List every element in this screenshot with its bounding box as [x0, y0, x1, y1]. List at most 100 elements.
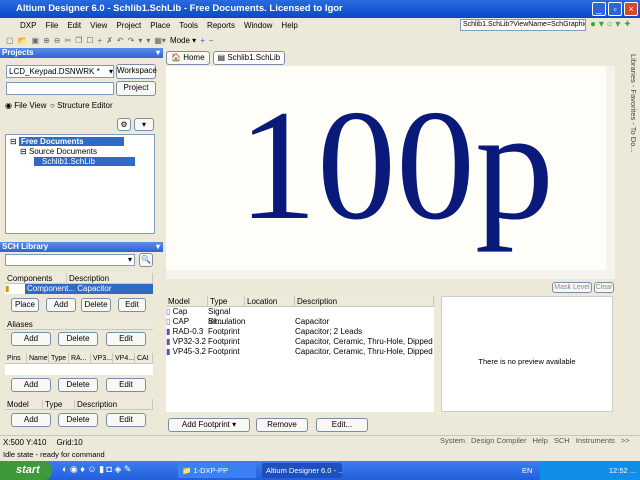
- clear-button[interactable]: Clear: [594, 282, 614, 293]
- edit-alias-button[interactable]: Edit: [106, 332, 146, 346]
- add-component-button[interactable]: Add: [46, 298, 76, 312]
- column-header[interactable]: Components: [5, 273, 67, 283]
- workspace-select[interactable]: LCD_Keypad.DSNWRK * ▾: [6, 65, 114, 78]
- column-header[interactable]: Type: [43, 399, 75, 409]
- task-folder[interactable]: 📁 1-DXP-PP: [178, 463, 256, 478]
- column-header[interactable]: Type: [208, 296, 245, 306]
- add-footprint-button[interactable]: Add Footprint ▾: [168, 418, 250, 432]
- tab-schlib[interactable]: ▤ Schlib1.SchLib: [212, 51, 286, 65]
- menu-reports[interactable]: Reports: [207, 21, 235, 30]
- column-header[interactable]: Description: [75, 399, 153, 409]
- column-header[interactable]: Location: [245, 296, 295, 306]
- menu-help[interactable]: Help: [281, 21, 297, 30]
- menu-edit[interactable]: Edit: [67, 21, 81, 30]
- tree-item-schlib[interactable]: Schlib1.SchLib: [34, 157, 154, 167]
- horizontal-scrollbar[interactable]: [166, 270, 615, 279]
- tree-item-free-documents[interactable]: ⊟ Free Documents: [10, 137, 154, 147]
- cut-icon[interactable]: ✂: [65, 36, 72, 45]
- add-icon[interactable]: +: [200, 36, 205, 45]
- zoom-out-icon[interactable]: ⊖: [54, 36, 61, 45]
- menu-view[interactable]: View: [90, 21, 107, 30]
- column-header[interactable]: Type: [49, 353, 69, 363]
- model-row[interactable]: ▯ Cap Signal Int...: [166, 307, 434, 326]
- delete-alias-button[interactable]: Delete: [58, 332, 98, 346]
- address-field[interactable]: Schlib1.SchLib?ViewName=SchGraphic: [460, 19, 586, 31]
- delete-component-button[interactable]: Delete: [81, 298, 111, 312]
- move-icon[interactable]: +: [98, 36, 103, 45]
- radio-structure-editor[interactable]: ○ Structure Editor: [50, 101, 113, 110]
- panel-more[interactable]: >>: [621, 436, 630, 445]
- search-icon[interactable]: 🔍: [139, 253, 153, 267]
- remove-button[interactable]: Remove: [256, 418, 308, 432]
- zoom-in-icon[interactable]: ⊕: [43, 36, 50, 45]
- delete-pin-button[interactable]: Delete: [58, 378, 98, 392]
- minimize-button[interactable]: _: [592, 2, 606, 16]
- edit-component-button[interactable]: Edit: [118, 298, 146, 312]
- model-row[interactable]: ▮ VP45-3.2 Footprint Capacitor, Ceramic, T…: [166, 347, 434, 357]
- tab-home[interactable]: 🏠 Home: [166, 51, 210, 65]
- grid-icon[interactable]: ▦▾: [154, 36, 166, 45]
- workspace-icon[interactable]: ⚙: [117, 118, 131, 131]
- back-icon[interactable]: ● ▾ ○ ▾ ✦: [590, 19, 632, 30]
- column-header[interactable]: VP3...: [91, 353, 113, 363]
- menu-dxp[interactable]: DXP: [20, 21, 36, 30]
- quick-launch-icons[interactable]: ◐ ◉ ♦ ☺ ▮ ◘ ◈ ✎: [62, 464, 131, 475]
- column-header[interactable]: Pins: [5, 353, 27, 363]
- panel-instruments[interactable]: Instruments: [576, 436, 615, 445]
- model-row[interactable]: ▮ VP32-3.2 Footprint Capacitor, Ceramic, T…: [166, 337, 434, 347]
- language-indicator[interactable]: EN: [522, 466, 532, 475]
- maximize-button[interactable]: ▫: [608, 2, 622, 16]
- mask-level-button[interactable]: Mask Level: [552, 282, 592, 293]
- menu-place[interactable]: Place: [150, 21, 170, 30]
- table-row[interactable]: ▮ Component... Capacitor: [5, 284, 153, 294]
- radio-file-view[interactable]: ◉ File View: [5, 101, 47, 110]
- library-filter-input[interactable]: ▾: [5, 254, 135, 266]
- redo-icon[interactable]: ↷: [128, 36, 135, 45]
- column-header[interactable]: RA...: [69, 353, 91, 363]
- select-icon[interactable]: ☐: [86, 36, 93, 45]
- task-altium[interactable]: Altium Designer 6.0 - ...: [262, 463, 342, 478]
- edit-model-button[interactable]: Edit: [106, 413, 146, 427]
- add-alias-button[interactable]: Add: [11, 332, 51, 346]
- model-row[interactable]: ▯ CAP Simulation Capacitor: [166, 317, 434, 327]
- start-button[interactable]: start: [0, 461, 52, 480]
- close-button[interactable]: ×: [624, 2, 638, 16]
- column-header[interactable]: Description: [295, 296, 434, 306]
- menu-file[interactable]: File: [45, 21, 58, 30]
- edit-button[interactable]: Edit...: [316, 418, 368, 432]
- column-header[interactable]: VP4...: [113, 353, 135, 363]
- panel-system[interactable]: System: [440, 436, 465, 445]
- deselect-icon[interactable]: ✗: [106, 36, 113, 45]
- column-header[interactable]: Name: [27, 353, 49, 363]
- panel-help[interactable]: Help: [532, 436, 547, 445]
- place-button[interactable]: Place: [11, 298, 39, 312]
- remove-icon[interactable]: −: [209, 36, 214, 45]
- menu-tools[interactable]: Tools: [179, 21, 198, 30]
- panel-design-compiler[interactable]: Design Compiler: [471, 436, 526, 445]
- project-button[interactable]: Project: [116, 81, 156, 96]
- new-icon[interactable]: ▢: [6, 36, 14, 45]
- project-field[interactable]: [6, 82, 114, 95]
- copy-icon[interactable]: ❐: [75, 36, 82, 45]
- open-icon[interactable]: 📂: [18, 36, 28, 45]
- side-panel-tabs[interactable]: Libraries - Favorites - To Do...: [622, 54, 638, 184]
- menu-window[interactable]: Window: [244, 21, 272, 30]
- delete-model-button[interactable]: Delete: [58, 413, 98, 427]
- mode-dropdown[interactable]: Mode ▾: [170, 36, 196, 45]
- undo-icon[interactable]: ↶: [117, 36, 124, 45]
- drawing-icon[interactable]: ▾: [146, 36, 150, 45]
- schematic-canvas[interactable]: 100p: [166, 66, 606, 270]
- place-icon[interactable]: ▾: [138, 36, 142, 45]
- menu-project[interactable]: Project: [116, 21, 141, 30]
- edit-pin-button[interactable]: Edit: [106, 378, 146, 392]
- vertical-scrollbar[interactable]: [606, 66, 615, 270]
- column-header[interactable]: Description: [67, 273, 153, 283]
- save-icon[interactable]: ▣: [32, 36, 40, 45]
- column-header[interactable]: Model: [166, 296, 208, 306]
- panel-sch[interactable]: SCH: [554, 436, 570, 445]
- column-header[interactable]: CAI: [135, 353, 153, 363]
- add-pin-button[interactable]: Add: [11, 378, 51, 392]
- folder-menu-icon[interactable]: ▾: [134, 118, 154, 131]
- add-model-button[interactable]: Add: [11, 413, 51, 427]
- column-header[interactable]: Model: [5, 399, 43, 409]
